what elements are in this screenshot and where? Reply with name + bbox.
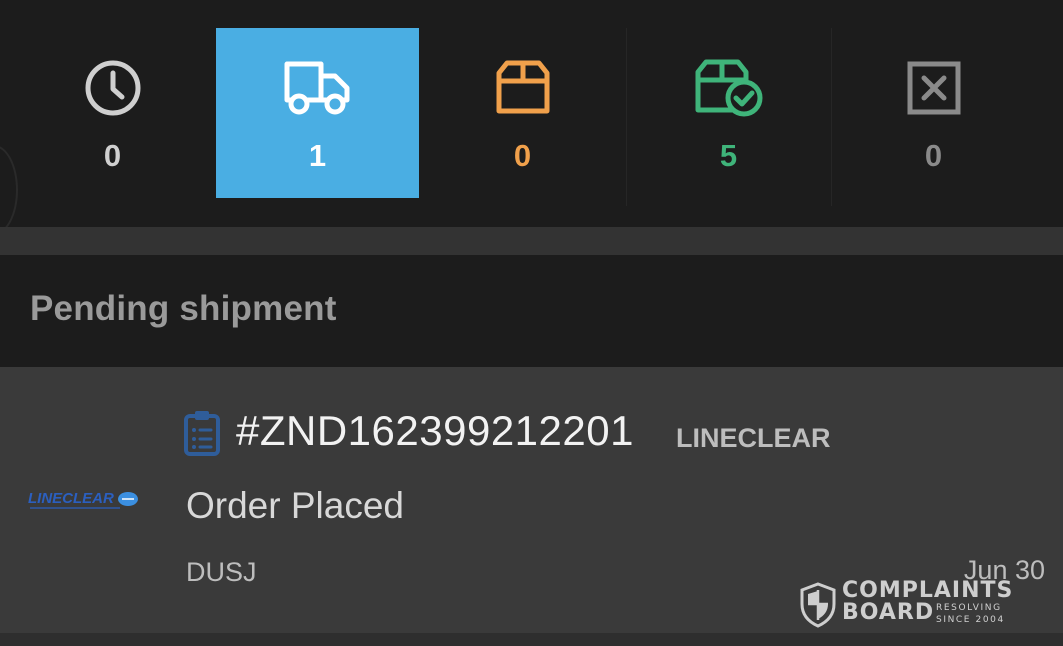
section-title: Pending shipment: [30, 289, 337, 328]
clock-icon: [11, 58, 214, 118]
shield-icon: [800, 582, 836, 628]
watermark-tagline: RESOLVING SINCE 2004: [936, 603, 1005, 625]
x-square-icon: [832, 58, 1035, 118]
truck-icon: [216, 58, 419, 118]
box-check-icon: [627, 58, 830, 118]
box-icon: [421, 58, 624, 118]
clipboard-list-icon: [184, 410, 220, 456]
tab-count: 0: [103, 138, 122, 173]
tab-pending[interactable]: 0: [11, 28, 214, 198]
complaints-board-watermark: COMPLAINTS BOARD RESOLVING SINCE 2004: [800, 580, 1030, 630]
tab-count: 0: [924, 138, 943, 173]
section-separator: [0, 227, 1063, 255]
tab-count: 5: [719, 138, 738, 173]
card-bottom-edge: [0, 633, 1063, 646]
tab-shipped[interactable]: 1: [216, 28, 419, 198]
tab-delivered[interactable]: 5: [627, 28, 830, 198]
tab-arrived[interactable]: 0: [421, 28, 624, 198]
tab-cancelled[interactable]: 0: [832, 28, 1035, 198]
section-header: Pending shipment: [0, 255, 1063, 367]
carrier-name: LINECLEAR: [676, 423, 831, 453]
tab-count: 0: [513, 138, 532, 173]
svg-text:LINECLEAR: LINECLEAR: [28, 490, 114, 507]
carrier-logo: LINECLEAR: [28, 486, 140, 514]
order-status: Order Placed: [186, 485, 404, 526]
order-code: DUSJ: [186, 557, 257, 587]
order-id: #ZND162399212201: [236, 407, 634, 454]
tab-count: 1: [308, 138, 327, 173]
status-tab-bar: 0 1 0 5 0: [0, 0, 1063, 235]
